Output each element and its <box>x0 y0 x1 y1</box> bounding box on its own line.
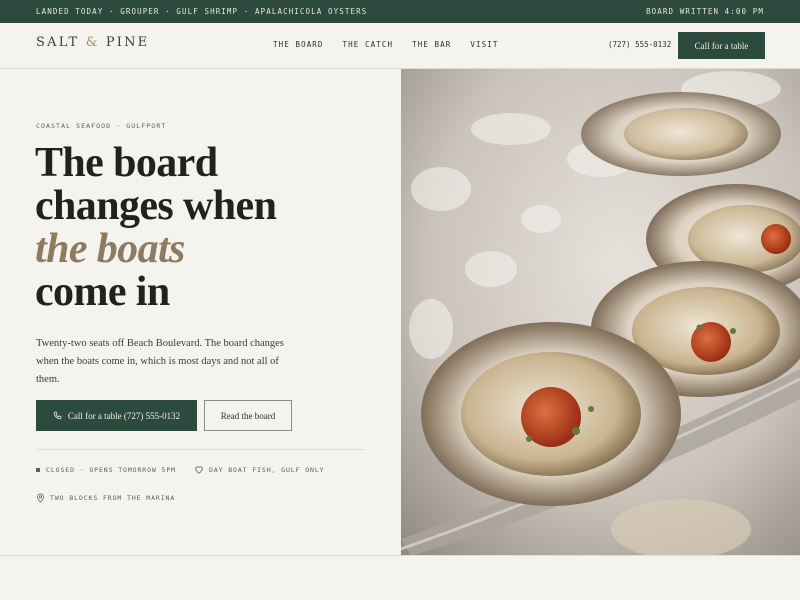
headline-line-1: The board <box>35 140 218 186</box>
phone-icon <box>53 411 62 420</box>
status-dot-icon <box>36 467 40 472</box>
page-title: The board changes when the boats come in <box>35 140 277 315</box>
fish-note: DAY BOAT FISH, GULF ONLY <box>194 465 325 474</box>
catch-ticker: LANDED TODAY · GROUPER · GULF SHRIMP · A… <box>36 7 368 16</box>
fish-note-text: DAY BOAT FISH, GULF ONLY <box>208 465 325 474</box>
headline-line-2: changes when <box>35 183 277 229</box>
logo-word-2: PINE <box>105 35 150 50</box>
logo-word-1: SALT <box>36 35 80 50</box>
nav-the-bar[interactable]: THE BAR <box>412 40 451 49</box>
nav-the-catch[interactable]: THE CATCH <box>343 40 394 49</box>
logo-amp: & <box>85 35 100 50</box>
status-text: CLOSED · OPENS TOMORROW 5PM <box>46 465 176 474</box>
main-nav: THE BOARD THE CATCH THE BAR VISIT <box>273 40 498 49</box>
oysters-image <box>401 69 800 556</box>
logo[interactable]: SALT & PINE <box>36 35 149 50</box>
divider <box>36 449 365 450</box>
read-the-board-button[interactable]: Read the board <box>204 400 292 431</box>
oysters-photo <box>401 69 800 556</box>
call-table-phone-label: Call for a table (727) 555-0132 <box>67 410 181 421</box>
headline-line-3: the boats <box>35 226 185 272</box>
location-text: TWO BLOCKS FROM THE MARINA <box>50 494 176 502</box>
header-phone[interactable]: (727) 555-0132 <box>608 40 671 49</box>
call-table-phone-button[interactable]: Call for a table (727) 555-0132 <box>36 400 197 431</box>
heart-icon <box>195 466 203 474</box>
eyebrow: COASTAL SEAFOOD · GULFPORT <box>36 122 167 130</box>
section-divider <box>0 555 800 556</box>
site-header: SALT & PINE THE BOARD THE CATCH THE BAR … <box>0 23 800 69</box>
location-note: TWO BLOCKS FROM THE MARINA <box>36 493 175 503</box>
nav-visit[interactable]: VISIT <box>470 40 498 49</box>
announcement-bar: LANDED TODAY · GROUPER · GULF SHRIMP · A… <box>0 0 800 23</box>
call-for-table-button[interactable]: Call for a table <box>678 32 765 59</box>
hero-blurb: Twenty-two seats off Beach Boulevard. Th… <box>36 338 284 385</box>
map-pin-icon <box>37 493 44 503</box>
hero-copy: COASTAL SEAFOOD · GULFPORT The board cha… <box>0 69 401 556</box>
headline-line-4: come in <box>35 269 170 315</box>
hours-status: CLOSED · OPENS TOMORROW 5PM DAY BOAT FIS… <box>36 465 325 474</box>
nav-the-board[interactable]: THE BOARD <box>273 40 324 49</box>
board-time: BOARD WRITTEN 4:00 PM <box>646 7 764 16</box>
